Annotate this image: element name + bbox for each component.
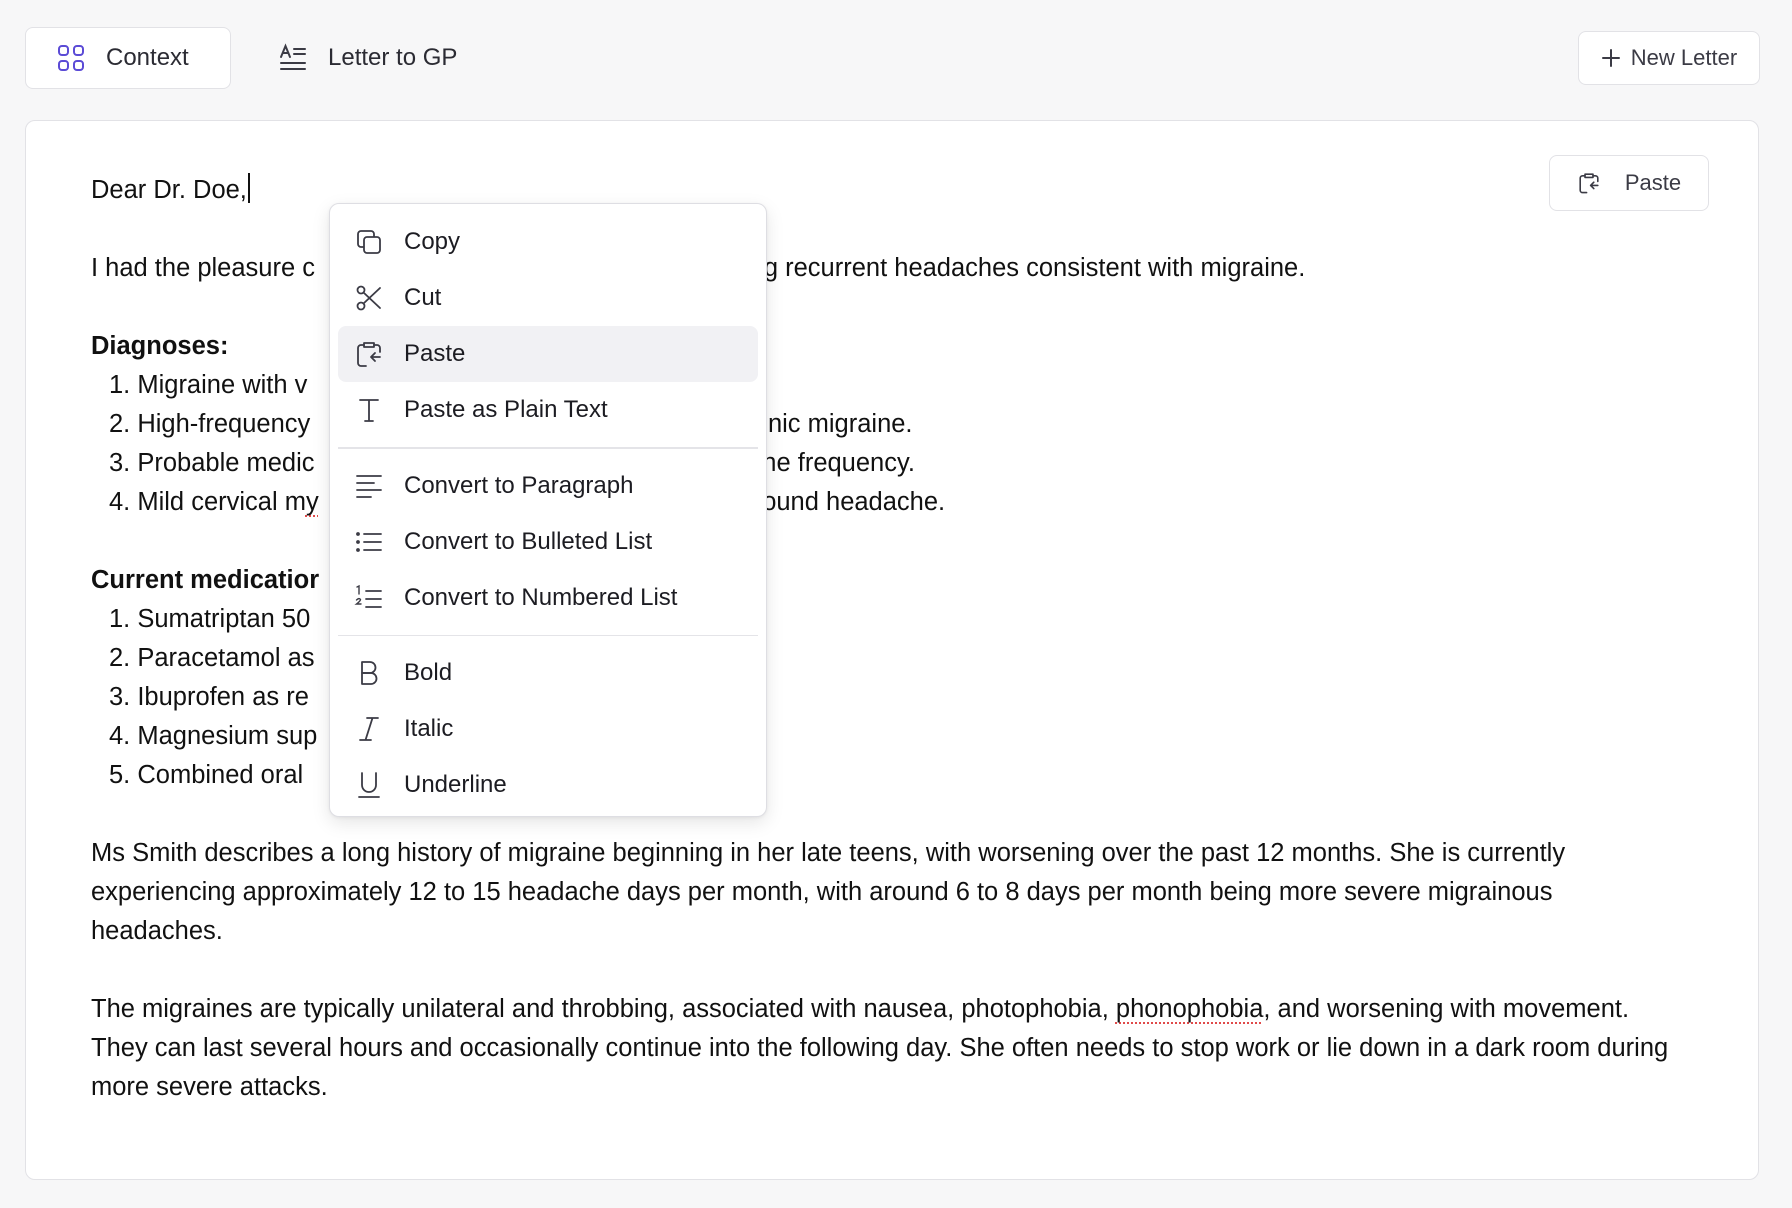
tab-letter-to-gp[interactable]: Letter to GP bbox=[276, 27, 457, 89]
symptoms-paragraph: The migraines are typically unilateral a… bbox=[91, 995, 1669, 1101]
scissors-icon bbox=[354, 283, 384, 313]
menu-item-label: Convert to Bulleted List bbox=[404, 527, 653, 555]
menu-item-label: Bold bbox=[404, 659, 453, 686]
menu-item-italic[interactable]: Italic bbox=[338, 701, 758, 757]
text-format-icon bbox=[278, 43, 308, 73]
menu-item-bold[interactable]: Bold bbox=[338, 645, 758, 701]
menu-item-paste[interactable]: Paste bbox=[338, 326, 758, 382]
menu-item-paste-plain-text[interactable]: Paste as Plain Text bbox=[338, 382, 758, 438]
menu-item-copy[interactable]: Copy bbox=[338, 214, 758, 270]
plus-icon bbox=[1601, 48, 1621, 68]
new-letter-button[interactable]: New Letter bbox=[1578, 31, 1760, 85]
menu-item-underline[interactable]: Underline bbox=[338, 757, 758, 813]
menu-item-label: Copy bbox=[404, 228, 461, 255]
tab-letter-label: Letter to GP bbox=[328, 44, 458, 71]
italic-icon bbox=[354, 714, 384, 744]
menu-item-label: Italic bbox=[404, 715, 454, 742]
tab-context-label: Context bbox=[106, 44, 189, 71]
menu-item-convert-bulleted[interactable]: Convert to Bulleted List bbox=[338, 514, 758, 570]
copy-icon bbox=[354, 227, 384, 257]
spellcheck-word: phonophobia bbox=[1115, 995, 1264, 1023]
menu-item-label: Paste as Plain Text bbox=[404, 396, 608, 423]
clipboard-paste-icon bbox=[354, 339, 384, 369]
underline-icon bbox=[354, 770, 384, 800]
text-type-icon bbox=[354, 395, 384, 425]
menu-item-label: Paste bbox=[404, 340, 466, 367]
menu-divider bbox=[338, 634, 758, 636]
text-cursor bbox=[247, 173, 250, 203]
paragraph-lines-icon bbox=[354, 471, 384, 501]
letter-editor[interactable]: Paste Dear Dr. Doe, I had the pleasure c… bbox=[25, 120, 1759, 1180]
tab-context[interactable]: Context bbox=[25, 27, 231, 89]
menu-item-label: Convert to Paragraph bbox=[404, 471, 634, 499]
grid-icon bbox=[56, 43, 86, 73]
numbered-list-icon bbox=[354, 583, 384, 613]
menu-item-label: Underline bbox=[404, 771, 507, 798]
menu-divider bbox=[338, 447, 758, 449]
menu-item-convert-paragraph[interactable]: Convert to Paragraph bbox=[338, 458, 758, 514]
menu-item-cut[interactable]: Cut bbox=[338, 270, 758, 326]
new-letter-label: New Letter bbox=[1630, 45, 1738, 70]
salutation: Dear Dr. Doe, bbox=[91, 171, 1691, 210]
bulleted-list-icon bbox=[354, 527, 384, 557]
bold-icon bbox=[354, 658, 384, 688]
context-menu: Copy Cut Paste Paste as Plain Text Conve… bbox=[329, 203, 767, 817]
menu-item-convert-numbered[interactable]: Convert to Numbered List bbox=[338, 570, 758, 626]
menu-item-label: Convert to Numbered List bbox=[404, 583, 678, 611]
menu-item-label: Cut bbox=[404, 284, 442, 311]
history-paragraph: Ms Smith describes a long history of mig… bbox=[91, 839, 1566, 945]
